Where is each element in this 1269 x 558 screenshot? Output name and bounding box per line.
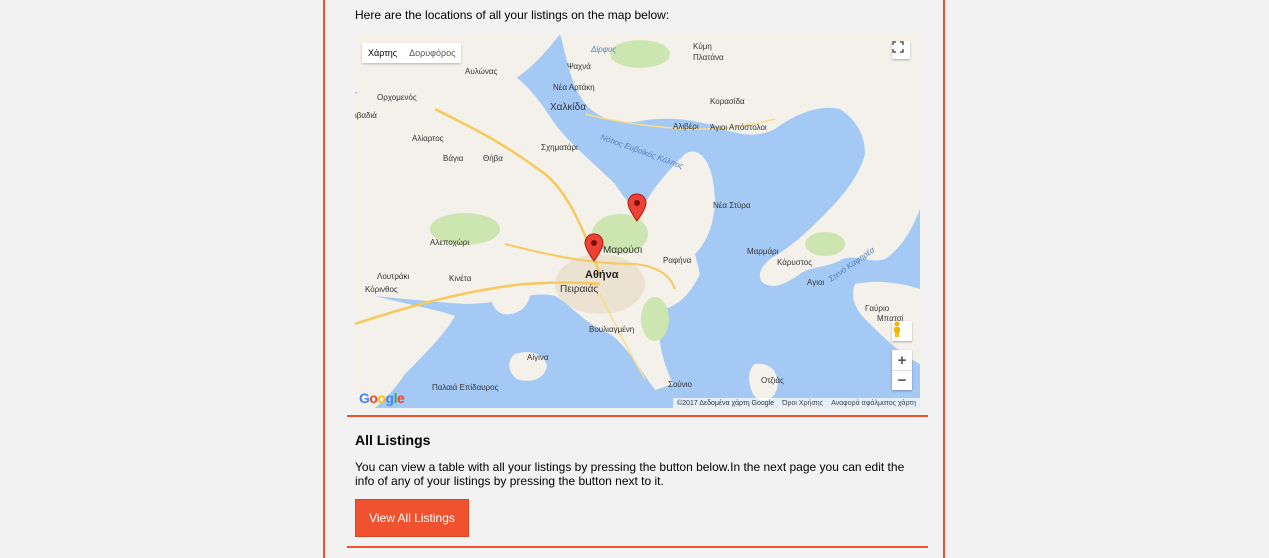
label-psachna: Ψαχνά [567,62,591,71]
map-type-control: Χάρτης Δορυφόρος [362,43,462,63]
listings-map[interactable]: Αθήνα Πειραιάς Μαρούσι Χαλκίδα Θήβα Βάγι… [355,34,920,408]
label-orchomenos: Ορχομενός [377,93,417,102]
content-column: Here are the locations of all your listi… [347,0,928,558]
section-divider-bottom [347,546,928,548]
label-korinthos: Κόρινθος [365,285,398,294]
label-agioi-apostoloi: Άγιοι Απόστολοι [710,123,767,132]
label-livadia: ιβαδιά [355,111,377,120]
label-athens: Αθήνα [585,269,619,281]
label-platana: Πλατάνα [693,53,724,62]
all-listings-heading: All Listings [355,432,431,448]
report-error-link[interactable]: Αναφορά σφάλματος χάρτη [827,400,920,407]
label-palaia-epidavros: Παλαιά Επίδαυρος [432,383,499,392]
label-karystos: Κάρυστος [777,258,812,267]
label-nea-artaki: Νέα Αρτάκη [553,83,595,92]
label-korasida: Κορασίδα [710,97,745,106]
label-sounio: Σούνιο [668,380,693,389]
pegman-icon [894,321,900,337]
map-intro-text: Here are the locations of all your listi… [355,8,670,22]
all-listings-description: You can view a table with all your listi… [355,460,905,488]
park-hymettus [641,297,669,341]
zoom-out-button[interactable]: − [892,370,912,390]
map-attribution: ©2017 Δεδομένα χάρτη Google Όροι Χρήσης … [673,398,920,408]
label-nea-styra: Νέα Στύρα [713,201,751,210]
label-chalkida: Χαλκίδα [550,101,586,113]
label-kineta: Κινέτα [449,274,472,283]
content-frame: Here are the locations of all your listi… [323,0,945,558]
label-north-euboean-gulf: Νότιος Ευβοϊκός Κόλπος [599,132,684,170]
map-type-map-button[interactable]: Χάρτης [362,48,403,58]
label-vagia: Βάγια [443,154,464,163]
label-schimatari: Σχηματάρι [541,143,578,152]
label-dirfys: Δίρφυς [590,45,616,54]
terms-link[interactable]: Όροι Χρήσης [778,400,827,407]
label-alepochori: Αλεποχώρι [430,238,469,247]
label-aliartos: Αλίαρτος [412,134,444,143]
view-all-listings-button[interactable]: View All Listings [355,499,469,537]
fullscreen-button[interactable] [892,41,910,59]
label-marmari: Μαρμάρι [747,247,779,256]
label-kymi: Κύμη [693,42,712,51]
park-dirfys [610,40,670,68]
map-canvas[interactable]: Αθήνα Πειραιάς Μαρούσι Χαλκίδα Θήβα Βάγι… [355,34,920,408]
label-gavrio: Γαύριο [865,304,890,313]
google-logo: Google [359,390,405,406]
fullscreen-icon [892,41,904,53]
label-aigoi: Αγιοι [807,278,824,287]
section-divider-top [347,415,928,417]
label-avlonas: Αυλώνας [465,67,497,76]
label-vouliagmeni: Βουλιαγμένη [589,325,634,334]
map-type-satellite-button[interactable]: Δορυφόρος [403,48,461,58]
label-rafina: Ραφήνα [663,256,692,265]
label-marousi: Μαρούσι [603,244,642,256]
park-euboea-south [805,232,845,256]
zoom-in-button[interactable]: + [892,350,912,370]
label-piraeus: Πειραιάς [560,283,598,295]
map-data-credit: ©2017 Δεδομένα χάρτη Google [677,399,775,407]
label-loutraki: Λουτράκι [377,272,410,281]
street-view-button[interactable] [892,321,912,341]
label-aigina: Αίγινα [527,353,549,362]
zoom-control: + − [892,350,912,390]
label-aliveri: Αλιβέρι [673,122,699,131]
label-otzias: Οτζιάς [761,376,784,385]
label-thiva: Θήβα [483,154,503,163]
